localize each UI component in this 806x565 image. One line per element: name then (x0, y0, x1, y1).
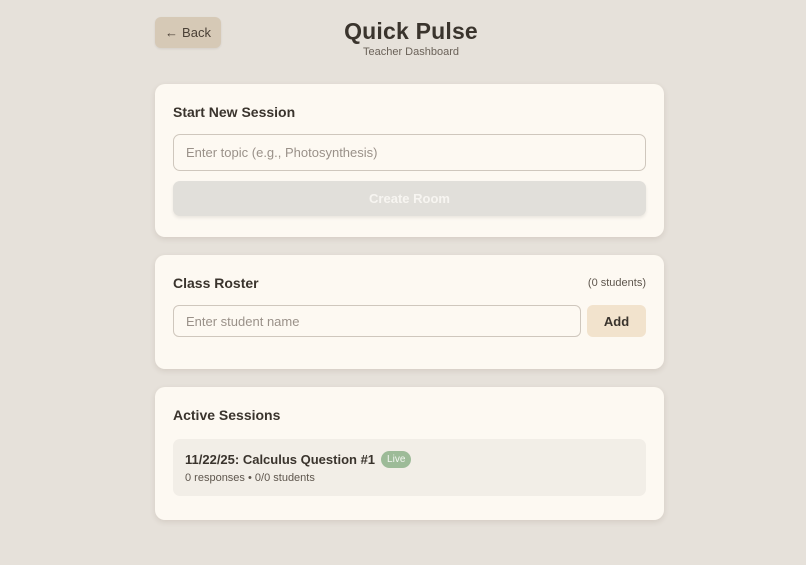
page-title: Quick Pulse (344, 18, 478, 44)
session-meta: 0 responses • 0/0 students (185, 472, 634, 484)
start-new-session-title: Start New Session (173, 104, 296, 120)
class-roster-title: Class Roster (173, 275, 259, 291)
student-name-input[interactable] (173, 305, 581, 337)
session-responses: 0 responses (185, 472, 245, 484)
teacher-dashboard: ← Back Quick Pulse Teacher Dashboard Sta… (0, 0, 806, 565)
session-item[interactable]: 11/22/25: Calculus Question #1 Live 0 re… (173, 439, 646, 496)
add-student-row: Add (173, 305, 646, 337)
session-name: 11/22/25: Calculus Question #1 (185, 452, 376, 467)
session-students: 0/0 students (254, 472, 315, 484)
meta-separator: • (248, 472, 252, 484)
class-roster-card: Class Roster (0 students) Add (155, 255, 664, 369)
page-subtitle: Teacher Dashboard (362, 46, 459, 58)
live-badge: Live (381, 451, 412, 468)
session-header: 11/22/25: Calculus Question #1 Live (185, 451, 634, 468)
topic-input[interactable] (173, 134, 646, 171)
page-header: Quick Pulse Teacher Dashboard (0, 16, 806, 58)
student-count: (0 students) (587, 277, 646, 289)
class-roster-header: Class Roster (0 students) (173, 273, 646, 291)
active-sessions-title: Active Sessions (173, 407, 281, 423)
active-sessions-card: Active Sessions 11/22/25: Calculus Quest… (155, 387, 664, 520)
start-new-session-card: Start New Session Create Room (155, 84, 664, 237)
add-student-button[interactable]: Add (587, 305, 646, 337)
create-room-button[interactable]: Create Room (173, 181, 646, 216)
